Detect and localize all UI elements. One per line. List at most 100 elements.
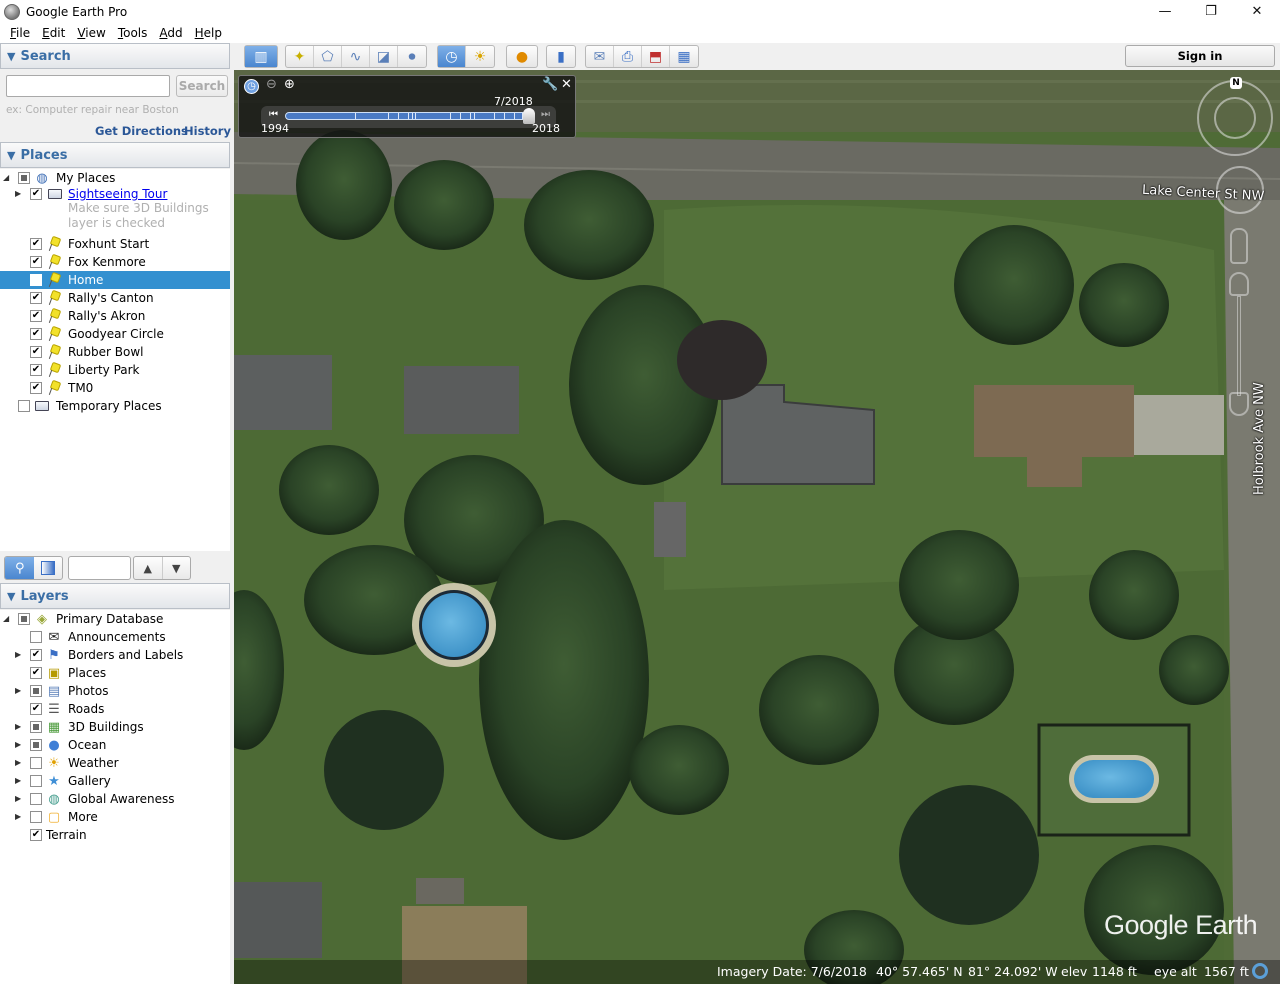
expand-arrow-icon[interactable]: ▶ xyxy=(15,813,23,821)
layer-3d-buildings[interactable]: ▶ ▦ 3D Buildings xyxy=(0,718,230,736)
add-placemark-icon[interactable]: ✦ xyxy=(286,46,314,67)
menu-file[interactable]: File xyxy=(4,26,36,40)
print-icon[interactable]: ⎙ xyxy=(614,46,642,67)
places-item-goodyear-circle[interactable]: ✔ Goodyear Circle xyxy=(0,325,230,343)
checkbox[interactable]: ✔ xyxy=(30,310,42,322)
sign-in-button[interactable]: Sign in xyxy=(1125,45,1275,67)
menu-edit[interactable]: Edit xyxy=(36,26,71,40)
layer-terrain[interactable]: ✔ Terrain xyxy=(0,826,230,844)
places-item-tm0[interactable]: ✔ TM0 xyxy=(0,379,230,397)
checkbox[interactable]: ✔ xyxy=(30,346,42,358)
expand-arrow-icon[interactable]: ▶ xyxy=(15,723,23,731)
menu-view[interactable]: View xyxy=(71,26,111,40)
expand-arrow-icon[interactable]: ▶ xyxy=(15,687,23,695)
places-item-rallys-canton[interactable]: ✔ Rally's Canton xyxy=(0,289,230,307)
slider-track[interactable] xyxy=(285,112,533,120)
layers-panel-header[interactable]: ▼ Layers xyxy=(0,583,230,609)
checkbox[interactable]: ✔ xyxy=(30,256,42,268)
close-slider-icon[interactable]: ✕ xyxy=(561,77,572,92)
restore-button[interactable]: ❐ xyxy=(1188,0,1234,22)
expand-arrow-icon[interactable]: ▶ xyxy=(15,651,23,659)
layer-weather[interactable]: ▶ ☀ Weather xyxy=(0,754,230,772)
history-link[interactable]: History xyxy=(184,124,231,138)
clock-icon[interactable]: ◷ xyxy=(244,79,259,94)
historical-imagery-clock-icon[interactable]: ◷ xyxy=(438,46,466,67)
expand-arrow-icon[interactable]: ▶ xyxy=(15,795,23,803)
checkbox[interactable] xyxy=(30,793,42,805)
planet-icon[interactable]: ● xyxy=(507,46,537,67)
record-tour-icon[interactable]: ⏺ xyxy=(398,46,426,67)
zoom-in-icon[interactable] xyxy=(1229,272,1249,296)
look-joystick[interactable] xyxy=(1214,97,1256,139)
layer-more[interactable]: ▶ ▢ More xyxy=(0,808,230,826)
checkbox[interactable]: ✔ xyxy=(30,328,42,340)
places-item-foxhunt-start[interactable]: ✔ Foxhunt Start xyxy=(0,235,230,253)
expand-arrow-icon[interactable]: ◢ xyxy=(3,174,11,182)
move-up-arrow-icon[interactable]: ▲ xyxy=(134,557,163,579)
layer-places[interactable]: ✔ ▣ Places xyxy=(0,664,230,682)
places-panel-header[interactable]: ▼ Places xyxy=(0,142,230,168)
places-item-rubber-bowl[interactable]: ✔ Rubber Bowl xyxy=(0,343,230,361)
map-view[interactable]: N Lake Center St NW Holbrook Ave NW xyxy=(234,70,1280,984)
search-panel-header[interactable]: ▼ Search xyxy=(0,43,230,69)
places-item-fox-kenmore[interactable]: ✔ Fox Kenmore xyxy=(0,253,230,271)
places-filter-input[interactable] xyxy=(68,556,131,580)
wrench-settings-icon[interactable]: 🔧 xyxy=(542,77,558,92)
places-item-rallys-akron[interactable]: ✔ Rally's Akron xyxy=(0,307,230,325)
sunlight-icon[interactable]: ☀ xyxy=(466,46,494,67)
street-view-pegman-icon[interactable] xyxy=(1230,228,1248,264)
menu-tools[interactable]: Tools xyxy=(112,26,154,40)
layer-gallery[interactable]: ▶ ★ Gallery xyxy=(0,772,230,790)
layer-global-awareness[interactable]: ▶ ◍ Global Awareness xyxy=(0,790,230,808)
checkbox[interactable]: ✔ xyxy=(30,703,42,715)
zoom-out-time-icon[interactable]: ⊖ xyxy=(266,77,277,92)
expand-arrow-icon[interactable]: ▶ xyxy=(15,741,23,749)
expand-arrow-icon[interactable]: ◢ xyxy=(3,615,11,623)
add-path-icon[interactable]: ∿ xyxy=(342,46,370,67)
layer-roads[interactable]: ✔ ☰ Roads xyxy=(0,700,230,718)
checkbox[interactable] xyxy=(30,757,42,769)
ruler-icon[interactable]: ▮ xyxy=(547,46,575,67)
zoom-out-icon[interactable] xyxy=(1229,392,1249,416)
checkbox[interactable] xyxy=(30,721,42,733)
checkbox[interactable] xyxy=(30,631,42,643)
places-item-liberty-park[interactable]: ✔ Liberty Park xyxy=(0,361,230,379)
layer-photos[interactable]: ▶ ▤ Photos xyxy=(0,682,230,700)
expand-arrow-icon[interactable]: ▶ xyxy=(15,759,23,767)
checkbox[interactable] xyxy=(18,172,30,184)
layer-announcements[interactable]: ✉ Announcements xyxy=(0,628,230,646)
checkbox[interactable] xyxy=(30,811,42,823)
checkbox[interactable]: ✔ xyxy=(30,292,42,304)
places-item-home[interactable]: Home xyxy=(0,271,230,289)
checkbox[interactable] xyxy=(30,685,42,697)
get-directions-link[interactable]: Get Directions xyxy=(95,124,188,138)
layer-ocean[interactable]: ▶ ● Ocean xyxy=(0,736,230,754)
checkbox[interactable]: ✔ xyxy=(30,364,42,376)
save-image-icon[interactable]: ⬒ xyxy=(642,46,670,67)
zoom-track[interactable] xyxy=(1237,296,1241,396)
search-magnifier-icon[interactable]: ⚲ xyxy=(5,557,35,579)
layer-borders-and-labels[interactable]: ▶ ✔ ⚑ Borders and Labels xyxy=(0,646,230,664)
zoom-in-time-icon[interactable]: ⊕ xyxy=(284,77,295,92)
places-item-temporary-places[interactable]: Temporary Places xyxy=(0,397,230,415)
checkbox[interactable]: ✔ xyxy=(30,382,42,394)
menu-add[interactable]: Add xyxy=(153,26,188,40)
checkbox[interactable] xyxy=(30,274,42,286)
checkbox[interactable] xyxy=(18,400,30,412)
add-polygon-icon[interactable]: ⬠ xyxy=(314,46,342,67)
menu-help[interactable]: Help xyxy=(189,26,228,40)
checkbox[interactable]: ✔ xyxy=(30,238,42,250)
skip-to-start-icon[interactable]: ⏮ xyxy=(269,109,278,120)
skip-to-end-icon[interactable]: ⏭ xyxy=(541,109,550,120)
view-in-google-maps-icon[interactable]: ▦ xyxy=(670,46,698,67)
checkbox[interactable] xyxy=(30,775,42,787)
sidebar-toggle-icon[interactable]: ▥ xyxy=(245,46,277,67)
checkbox[interactable] xyxy=(18,613,30,625)
expand-arrow-icon[interactable]: ▶ xyxy=(15,777,23,785)
search-input[interactable] xyxy=(6,75,170,97)
checkbox[interactable] xyxy=(30,739,42,751)
checkbox[interactable]: ✔ xyxy=(30,649,42,661)
minimize-button[interactable]: — xyxy=(1142,0,1188,22)
zoom-slider[interactable] xyxy=(1229,272,1249,416)
search-button[interactable]: Search xyxy=(176,75,228,97)
